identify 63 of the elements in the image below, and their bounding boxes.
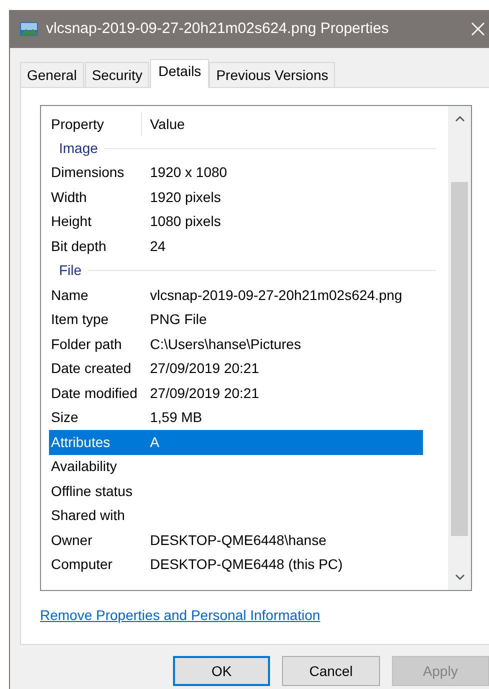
property-row[interactable]: Offline status: [49, 479, 423, 504]
property-row[interactable]: Attributes A: [49, 430, 423, 454]
property-value: PNG File: [150, 310, 207, 330]
property-name: Size: [50, 408, 80, 428]
property-name: Item type: [50, 310, 110, 330]
property-name: Name: [50, 286, 90, 305]
property-row[interactable]: Name vlcsnap-2019-09-27-20h21m02s624.png: [49, 283, 423, 308]
property-row[interactable]: Shared with: [49, 504, 423, 528]
property-row[interactable]: Bit depth 24: [49, 234, 423, 258]
scroll-down-icon[interactable]: [454, 574, 464, 580]
tab[interactable]: Security: [84, 62, 150, 87]
dialog-button[interactable]: Cancel: [282, 656, 380, 686]
property-name: Date created: [50, 359, 132, 378]
tab[interactable]: Details: [150, 59, 210, 88]
property-row[interactable]: Availability: [49, 454, 423, 479]
property-name: Bit depth: [50, 236, 108, 256]
property-row[interactable]: Size 1,59 MB: [49, 406, 423, 430]
group-header[interactable]: File: [59, 260, 82, 282]
tab[interactable]: General: [20, 62, 84, 87]
property-value: 1920 pixels: [150, 188, 221, 207]
property-row[interactable]: Computer DESKTOP-QME6448 (this PC): [49, 552, 423, 577]
close-icon[interactable]: [471, 22, 485, 36]
property-name: Owner: [50, 530, 94, 550]
property-row[interactable]: Date modified 27/09/2019 20:21: [49, 381, 423, 406]
property-name: Width: [50, 188, 88, 207]
group-header[interactable]: Image: [59, 138, 98, 159]
property-name: Attributes: [50, 432, 112, 452]
property-value: A: [150, 432, 160, 452]
scrollbar-thumb[interactable]: [451, 182, 468, 536]
column-header[interactable]: Value: [142, 112, 448, 136]
property-row[interactable]: Width 1920 pixels: [49, 185, 423, 210]
scrollbar[interactable]: [448, 106, 471, 590]
property-value: 27/09/2019 20:21: [150, 359, 259, 378]
tab[interactable]: Previous Versions: [209, 62, 336, 87]
property-value: 24: [150, 236, 166, 256]
property-value: DESKTOP-QME6448\hanse: [150, 530, 326, 550]
property-value: 27/09/2019 20:21: [150, 384, 259, 403]
property-value: 1080 pixels: [150, 212, 221, 232]
property-row[interactable]: Dimensions 1920 x 1080: [49, 160, 423, 185]
property-value: 1920 x 1080: [150, 163, 228, 182]
property-row[interactable]: Item type PNG File: [49, 308, 423, 332]
property-value: DESKTOP-QME6448 (this PC): [150, 555, 343, 574]
property-name: Date modified: [50, 384, 138, 403]
image-file-icon: [20, 22, 38, 36]
property-row[interactable]: Folder path C:\Users\hanse\Pictures: [49, 332, 423, 356]
property-name: Height: [50, 212, 92, 232]
property-name: Availability: [50, 457, 118, 476]
property-row[interactable]: Date created 27/09/2019 20:21: [49, 356, 423, 381]
property-row[interactable]: Height 1080 pixels: [49, 210, 423, 234]
property-value: vlcsnap-2019-09-27-20h21m02s624.png: [150, 286, 402, 305]
column-header[interactable]: Property: [49, 112, 142, 136]
remove-properties-link[interactable]: Remove Properties and Personal Information: [40, 605, 320, 626]
property-name: Offline status: [50, 482, 134, 501]
property-name: Computer: [50, 555, 114, 574]
property-value: C:\Users\hanse\Pictures: [150, 334, 301, 354]
property-name: Folder path: [50, 334, 123, 354]
property-name: Shared with: [50, 506, 126, 526]
dialog-button[interactable]: OK: [173, 656, 270, 686]
property-value: 1,59 MB: [150, 408, 202, 428]
scroll-up-icon[interactable]: [454, 116, 464, 122]
property-name: Dimensions: [50, 163, 126, 182]
property-row[interactable]: Owner DESKTOP-QME6448\hanse: [49, 528, 423, 552]
window-title: vlcsnap-2019-09-27-20h21m02s624.png Properties: [46, 18, 389, 39]
